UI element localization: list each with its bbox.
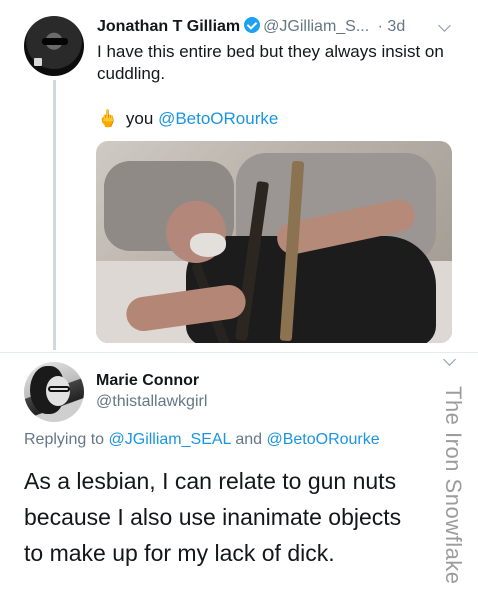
bed-with-rifles-photo[interactable] <box>96 141 452 343</box>
glasses-icon <box>48 386 70 392</box>
display-name[interactable]: Marie Connor <box>96 372 199 390</box>
tweet-divider <box>0 352 478 353</box>
avatar-marie[interactable] <box>24 362 84 422</box>
replying-and: and <box>235 431 263 448</box>
thread-connector-line <box>53 80 56 350</box>
watermark-text: The Iron Snowflake <box>441 386 466 585</box>
avatar-jonathan[interactable] <box>24 16 84 76</box>
person-beard <box>190 233 226 257</box>
replying-to-line: Replying to @JGilliam_SEAL and @BetoORou… <box>24 431 380 449</box>
sunglasses-shape <box>42 38 68 45</box>
mention-link[interactable]: @JGilliam_SEAL <box>109 431 231 448</box>
timestamp-separator: · <box>377 18 383 35</box>
chevron-down-icon[interactable] <box>443 353 456 366</box>
display-name[interactable]: Jonathan T Gilliam <box>97 18 240 35</box>
timestamp[interactable]: 3d <box>387 18 405 35</box>
tweet-text: I have this entire bed but they always i… <box>97 42 444 83</box>
replying-prefix: Replying to <box>24 431 105 448</box>
chevron-down-icon[interactable] <box>438 19 451 32</box>
mention-link[interactable]: @BetoORourke <box>158 109 278 128</box>
user-handle[interactable]: @JGilliam_S... <box>263 18 369 35</box>
tweet-reply-line: 🖕 you @BetoORourke <box>97 108 278 130</box>
tweet-original[interactable]: Jonathan T Gilliam @JGilliam_S... · 3d I … <box>0 0 478 352</box>
user-handle[interactable]: @thistallawkgirl <box>96 393 207 411</box>
middle-finger-emoji-icon: 🖕 <box>97 109 119 128</box>
reply-word: you <box>125 109 154 128</box>
tweet-text: As a lesbian, I can relate to gun nuts b… <box>24 468 402 566</box>
verified-badge-icon <box>244 17 261 33</box>
mention-link[interactable]: @BetoORourke <box>266 431 379 448</box>
tweet-header: Jonathan T Gilliam @JGilliam_S... · 3d <box>97 17 405 37</box>
avatar-badge <box>34 58 42 66</box>
